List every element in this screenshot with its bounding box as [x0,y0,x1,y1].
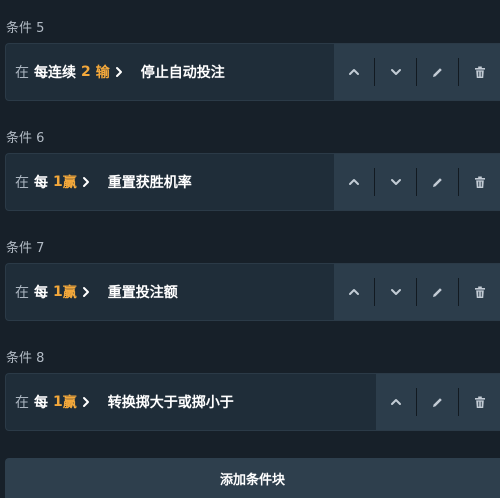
condition-8-summary[interactable]: 在 每 1 赢 转换掷大于或掷小于 [15,374,234,430]
pencil-icon [431,286,444,299]
condition-5-actions [334,44,500,100]
move-down-button[interactable] [375,264,416,320]
condition-7-label: 条件 7 [6,241,45,256]
pencil-icon [431,66,444,79]
chevron-right-icon [114,65,124,79]
condition-prefix: 在 [15,285,29,301]
trash-icon [474,176,486,189]
condition-count: 1 [53,394,63,410]
condition-6-card[interactable]: 在 每 1 赢 重置获胜机率 [5,153,500,211]
condition-5-label: 条件 5 [6,21,45,36]
condition-5-summary[interactable]: 在 每连续 2 输 停止自动投注 [15,44,225,100]
move-down-button[interactable] [375,154,416,210]
delete-button[interactable] [459,374,500,430]
delete-button[interactable] [459,264,500,320]
condition-action: 停止自动投注 [140,65,225,81]
condition-unit: 赢 [62,395,77,411]
condition-count: 1 [53,284,63,300]
move-up-button[interactable] [334,264,374,320]
trash-icon [474,66,486,79]
condition-8-label: 条件 8 [6,351,45,366]
chevron-up-icon [348,68,360,76]
condition-frequency: 每 [34,175,48,191]
chevron-right-icon [81,175,91,189]
delete-button[interactable] [459,44,500,100]
condition-6-summary[interactable]: 在 每 1 赢 重置获胜机率 [15,154,192,210]
condition-8-card[interactable]: 在 每 1 赢 转换掷大于或掷小于 [5,373,500,431]
condition-7-summary[interactable]: 在 每 1 赢 重置投注额 [15,264,178,320]
chevron-down-icon [390,68,402,76]
condition-unit: 输 [95,65,110,81]
edit-button[interactable] [417,264,458,320]
condition-prefix: 在 [15,395,29,411]
condition-5-card[interactable]: 在 每连续 2 输 停止自动投注 [5,43,500,101]
edit-button[interactable] [417,374,458,430]
conditions-panel: 条件 5 在 每连续 2 输 停止自动投注 条件 6 在 每 1 赢 重置获胜机… [0,0,500,498]
condition-frequency: 每 [34,395,48,411]
add-condition-block-button[interactable]: 添加条件块 [5,458,500,498]
trash-icon [474,286,486,299]
chevron-right-icon [81,395,91,409]
move-down-button[interactable] [375,44,416,100]
chevron-up-icon [348,288,360,296]
condition-unit: 赢 [62,285,77,301]
trash-icon [474,396,486,409]
condition-6-actions [334,154,500,210]
edit-button[interactable] [417,44,458,100]
pencil-icon [431,396,444,409]
condition-frequency: 每 [34,285,48,301]
pencil-icon [431,176,444,189]
condition-action: 重置投注额 [107,285,178,301]
condition-action: 转换掷大于或掷小于 [107,395,234,411]
condition-prefix: 在 [15,175,29,191]
condition-action: 重置获胜机率 [107,175,192,191]
condition-7-actions [334,264,500,320]
move-up-button[interactable] [334,44,374,100]
condition-prefix: 在 [15,65,29,81]
move-up-button[interactable] [334,154,374,210]
condition-6-label: 条件 6 [6,131,45,146]
condition-frequency: 每连续 [34,65,76,81]
move-up-button[interactable] [376,374,416,430]
condition-8-actions [376,374,500,430]
condition-count: 1 [53,174,63,190]
condition-count: 2 [81,64,91,80]
condition-7-card[interactable]: 在 每 1 赢 重置投注额 [5,263,500,321]
chevron-up-icon [348,178,360,186]
edit-button[interactable] [417,154,458,210]
chevron-down-icon [390,178,402,186]
condition-unit: 赢 [62,175,77,191]
delete-button[interactable] [459,154,500,210]
chevron-down-icon [390,288,402,296]
chevron-up-icon [390,398,402,406]
chevron-right-icon [81,285,91,299]
